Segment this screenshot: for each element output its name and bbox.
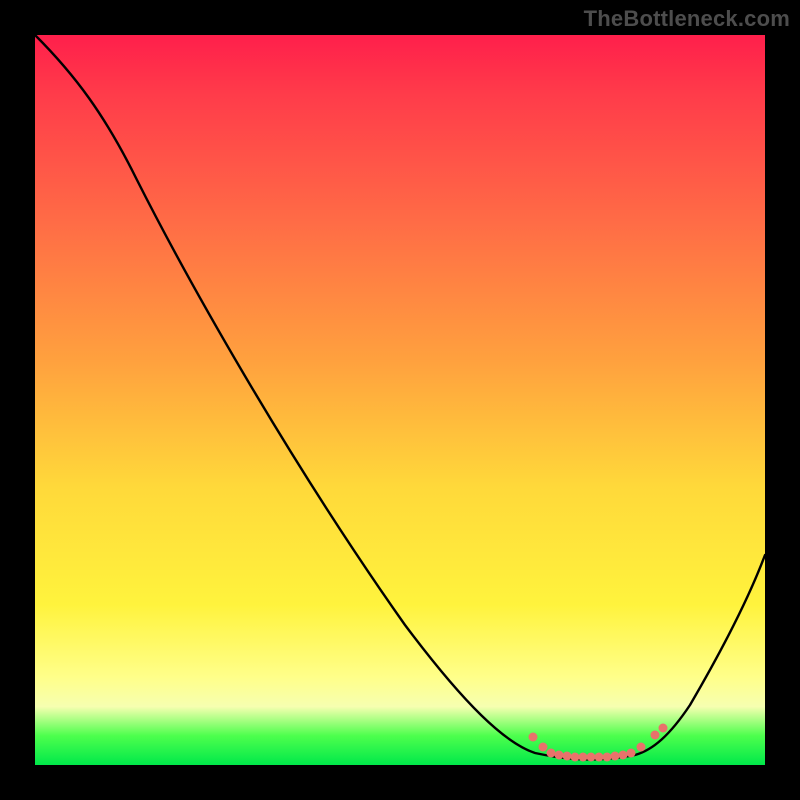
watermark-text: TheBottleneck.com xyxy=(584,6,790,32)
chart-svg xyxy=(35,35,765,765)
optimal-range-markers xyxy=(529,724,668,762)
plot-area xyxy=(35,35,765,765)
chart-frame: TheBottleneck.com xyxy=(0,0,800,800)
bottleneck-curve xyxy=(35,35,765,760)
